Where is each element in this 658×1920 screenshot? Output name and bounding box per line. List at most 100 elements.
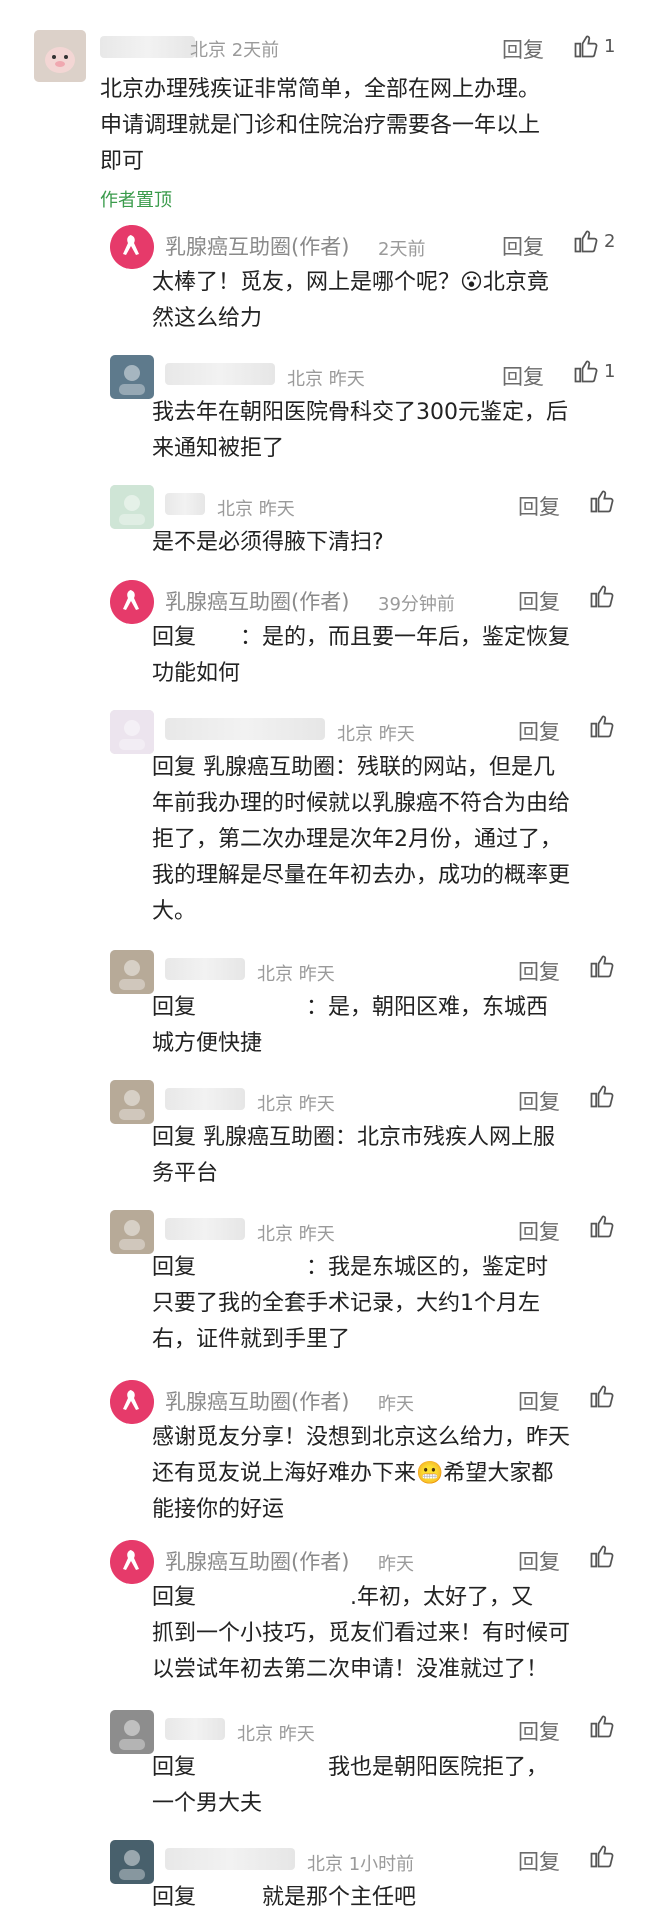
comment-meta: 2天前 <box>378 239 426 260</box>
comment-text: 回复 ：我是东城区的，鉴定时 只要了我的全套手术记录，大约1个月左 右，证件就到手里… <box>152 1250 548 1358</box>
username[interactable] <box>100 34 195 58</box>
comment-line: 抓到一个小技巧，觅友们看过来！有时候可 <box>152 1621 571 1646</box>
reply-button[interactable]: 回复 <box>518 1386 560 1416</box>
comment-line: 还有觅友说上海好难办下来😬希望大家都 <box>152 1461 554 1486</box>
pink-ribbon-icon <box>110 1380 154 1424</box>
username[interactable] <box>165 491 205 515</box>
reply-button[interactable]: 回复 <box>518 956 560 986</box>
comment-line: 感谢觅友分享！没想到北京这么给力，昨天 <box>152 1425 571 1450</box>
pink-ribbon-icon <box>110 225 154 269</box>
like-button[interactable]: 2 <box>572 227 615 255</box>
comment-line: 然这么给力 <box>152 306 263 331</box>
like-button[interactable] <box>588 1082 616 1110</box>
reply-button[interactable]: 回复 <box>518 586 560 616</box>
avatar[interactable] <box>110 1210 154 1254</box>
comment-meta: 昨天 <box>378 1394 414 1415</box>
avatar[interactable] <box>110 485 154 529</box>
reply-button[interactable]: 回复 <box>518 1216 560 1246</box>
comment-text: 北京办理残疾证非常简单，全部在网上办理。 申请调理就是门诊和住院治疗需要各一年以… <box>100 72 540 180</box>
like-button[interactable] <box>588 487 616 515</box>
like-button[interactable] <box>588 1212 616 1240</box>
avatar[interactable] <box>110 1840 154 1884</box>
comment-meta: 39分钟前 <box>378 594 455 615</box>
comment-meta: 北京 1小时前 <box>307 1854 415 1875</box>
avatar[interactable] <box>110 950 154 994</box>
like-button[interactable] <box>588 952 616 980</box>
avatar[interactable] <box>110 1710 154 1754</box>
comment-line: 申请调理就是门诊和住院治疗需要各一年以上 <box>100 113 541 138</box>
username[interactable] <box>165 1716 225 1740</box>
comment-text: 回复 .年初，太好了，又 抓到一个小技巧，觅友们看过来！有时候可 以尝试年初去第二次… <box>152 1580 570 1688</box>
reply-button[interactable]: 回复 <box>518 1546 560 1576</box>
like-button[interactable] <box>588 1842 616 1870</box>
avatar[interactable] <box>110 1080 154 1124</box>
reply-button[interactable]: 回复 <box>502 361 544 391</box>
avatar[interactable] <box>110 225 154 269</box>
like-button[interactable] <box>588 1712 616 1740</box>
reply-button[interactable]: 回复 <box>518 716 560 746</box>
reply-button[interactable]: 回复 <box>502 34 544 64</box>
thumbs-up-icon <box>590 585 614 608</box>
reply-button[interactable]: 回复 <box>518 491 560 521</box>
avatar-image <box>110 1710 154 1754</box>
username[interactable]: 乳腺癌互助圈(作者) <box>165 1386 349 1416</box>
comment-text: 太棒了！觅友，网上是哪个呢？😮北京竟 然这么给力 <box>152 265 549 337</box>
like-button[interactable] <box>588 582 616 610</box>
like-button[interactable]: 1 <box>572 32 615 60</box>
like-count: 1 <box>604 35 616 57</box>
reply-button[interactable]: 回复 <box>518 1086 560 1116</box>
username[interactable] <box>165 1216 245 1240</box>
avatar-image <box>110 1080 154 1124</box>
like-button[interactable]: 1 <box>572 357 615 385</box>
avatar[interactable] <box>110 355 154 399</box>
comment-line: 只要了我的全套手术记录，大约1个月左 <box>152 1291 540 1316</box>
username[interactable] <box>165 716 325 740</box>
thumbs-up-icon <box>590 1215 614 1238</box>
thumbs-up-icon <box>574 230 598 253</box>
thumbs-up-icon <box>590 490 614 513</box>
comment-line: 大。 <box>152 899 197 924</box>
avatar[interactable] <box>110 710 154 754</box>
username[interactable]: 乳腺癌互助圈(作者) <box>165 231 349 261</box>
avatar[interactable] <box>34 30 86 82</box>
reply-button[interactable]: 回复 <box>518 1716 560 1746</box>
avatar-image <box>110 1210 154 1254</box>
comment-text: 我去年在朝阳医院骨科交了300元鉴定，后 来通知被拒了 <box>152 395 568 467</box>
reply-button[interactable]: 回复 <box>502 231 544 261</box>
blurred-username <box>165 1088 245 1110</box>
comment-line: 回复 我也是朝阳医院拒了， <box>152 1755 549 1780</box>
reply-button[interactable]: 回复 <box>518 1846 560 1876</box>
avatar-image <box>34 30 86 82</box>
like-button[interactable] <box>588 1542 616 1570</box>
blurred-username <box>100 36 195 58</box>
comment-line: 来通知被拒了 <box>152 436 285 461</box>
comment-text: 回复 ：是，朝阳区难，东城西 城方便快捷 <box>152 990 548 1062</box>
thumbs-up-icon <box>590 955 614 978</box>
blurred-username <box>165 718 325 740</box>
avatar-image <box>110 1840 154 1884</box>
comment-line: 功能如何 <box>152 661 241 686</box>
username[interactable] <box>165 1846 295 1870</box>
username[interactable]: 乳腺癌互助圈(作者) <box>165 1546 349 1576</box>
thumbs-up-icon <box>574 35 598 58</box>
comment-line: 务平台 <box>152 1161 219 1186</box>
like-button[interactable] <box>588 1382 616 1410</box>
like-count: 1 <box>604 360 616 382</box>
avatar-image <box>110 485 154 529</box>
username[interactable] <box>165 361 275 385</box>
comment-line: 年前我办理的时候就以乳腺癌不符合为由给 <box>152 791 571 816</box>
comment-line: 是不是必须得腋下清扫? <box>152 530 384 555</box>
username[interactable] <box>165 956 245 980</box>
comment-line: 回复 乳腺癌互助圈：北京市残疾人网上服 <box>152 1125 555 1150</box>
username[interactable] <box>165 1086 245 1110</box>
like-button[interactable] <box>588 712 616 740</box>
comment-line: 城方便快捷 <box>152 1031 263 1056</box>
avatar[interactable] <box>110 1380 154 1424</box>
avatar[interactable] <box>110 1540 154 1584</box>
blurred-username <box>165 1848 295 1870</box>
username[interactable]: 乳腺癌互助圈(作者) <box>165 586 349 616</box>
thumbs-up-icon <box>590 1545 614 1568</box>
comment-line: 一个男大夫 <box>152 1791 263 1816</box>
avatar[interactable] <box>110 580 154 624</box>
comment-line: 以尝试年初去第二次申请！没准就过了！ <box>152 1657 549 1682</box>
